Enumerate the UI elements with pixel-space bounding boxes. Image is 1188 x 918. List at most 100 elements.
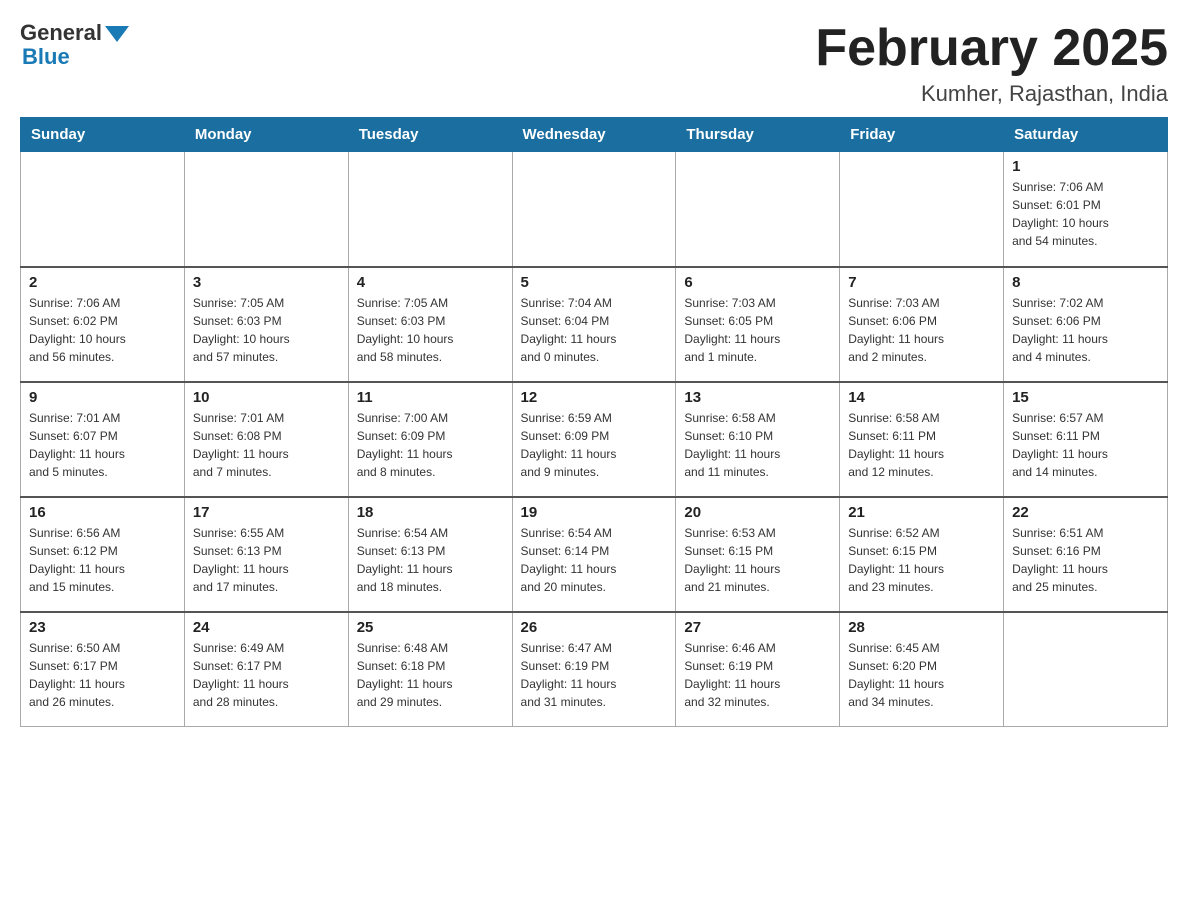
day-info: Sunrise: 6:56 AMSunset: 6:12 PMDaylight:… [29,524,176,596]
day-info: Sunrise: 6:46 AMSunset: 6:19 PMDaylight:… [684,639,831,711]
day-cell: 3 Sunrise: 7:05 AMSunset: 6:03 PMDaylight… [184,267,348,382]
day-cell: 20 Sunrise: 6:53 AMSunset: 6:15 PMDayligh… [676,497,840,612]
day-number: 10 [193,389,340,406]
day-cell: 8 Sunrise: 7:02 AMSunset: 6:06 PMDaylight… [1004,267,1168,382]
day-cell: 5 Sunrise: 7:04 AMSunset: 6:04 PMDaylight… [512,267,676,382]
day-cell [1004,612,1168,727]
day-cell [21,152,185,267]
day-cell: 4 Sunrise: 7:05 AMSunset: 6:03 PMDaylight… [348,267,512,382]
day-cell: 7Sunrise: 7:03 AMSunset: 6:06 PMDaylight… [840,267,1004,382]
logo-general-text: General [20,20,102,46]
week-row-2: 2 Sunrise: 7:06 AMSunset: 6:02 PMDaylight… [21,267,1168,382]
logo-general: General [20,20,129,46]
day-cell: 10 Sunrise: 7:01 AMSunset: 6:08 PMDayligh… [184,382,348,497]
day-number: 17 [193,504,340,521]
day-info: Sunrise: 6:48 AMSunset: 6:18 PMDaylight:… [357,639,504,711]
col-header-saturday: Saturday [1004,118,1168,152]
day-number: 8 [1012,274,1159,291]
day-cell [348,152,512,267]
logo-arrow-icon [105,26,129,42]
day-number: 22 [1012,504,1159,521]
day-info: Sunrise: 7:06 AMSunset: 6:02 PMDaylight:… [29,294,176,366]
day-info: Sunrise: 7:01 AMSunset: 6:08 PMDaylight:… [193,409,340,481]
calendar-header-row: SundayMondayTuesdayWednesdayThursdayFrid… [21,118,1168,152]
day-number: 11 [357,389,504,406]
day-number: 27 [684,619,831,636]
day-number: 19 [521,504,668,521]
day-number: 23 [29,619,176,636]
day-info: Sunrise: 6:58 AMSunset: 6:11 PMDaylight:… [848,409,995,481]
day-number: 21 [848,504,995,521]
day-number: 25 [357,619,504,636]
calendar-title: February 2025 [815,20,1168,77]
day-number: 24 [193,619,340,636]
day-info: Sunrise: 7:04 AMSunset: 6:04 PMDaylight:… [521,294,668,366]
day-number: 12 [521,389,668,406]
logo: General Blue [20,20,129,70]
day-number: 16 [29,504,176,521]
title-block: February 2025 Kumher, Rajasthan, India [815,20,1168,107]
col-header-sunday: Sunday [21,118,185,152]
day-info: Sunrise: 6:58 AMSunset: 6:10 PMDaylight:… [684,409,831,481]
day-cell: 13 Sunrise: 6:58 AMSunset: 6:10 PMDayligh… [676,382,840,497]
day-cell: 17Sunrise: 6:55 AMSunset: 6:13 PMDayligh… [184,497,348,612]
day-cell [512,152,676,267]
day-number: 6 [684,274,831,291]
day-info: Sunrise: 7:05 AMSunset: 6:03 PMDaylight:… [357,294,504,366]
day-number: 4 [357,274,504,291]
day-cell: 6Sunrise: 7:03 AMSunset: 6:05 PMDaylight… [676,267,840,382]
day-number: 20 [684,504,831,521]
day-cell: 9Sunrise: 7:01 AMSunset: 6:07 PMDaylight… [21,382,185,497]
day-info: Sunrise: 6:47 AMSunset: 6:19 PMDaylight:… [521,639,668,711]
day-info: Sunrise: 6:50 AMSunset: 6:17 PMDaylight:… [29,639,176,711]
day-info: Sunrise: 7:06 AMSunset: 6:01 PMDaylight:… [1012,178,1159,250]
calendar-table: SundayMondayTuesdayWednesdayThursdayFrid… [20,117,1168,727]
week-row-4: 16 Sunrise: 6:56 AMSunset: 6:12 PMDayligh… [21,497,1168,612]
day-number: 13 [684,389,831,406]
col-header-friday: Friday [840,118,1004,152]
logo-blue-text: Blue [22,44,70,70]
day-cell: 1 Sunrise: 7:06 AMSunset: 6:01 PMDaylight… [1004,152,1168,267]
day-number: 7 [848,274,995,291]
col-header-tuesday: Tuesday [348,118,512,152]
day-cell: 11 Sunrise: 7:00 AMSunset: 6:09 PMDayligh… [348,382,512,497]
day-info: Sunrise: 7:05 AMSunset: 6:03 PMDaylight:… [193,294,340,366]
week-row-1: 1 Sunrise: 7:06 AMSunset: 6:01 PMDaylight… [21,152,1168,267]
day-cell: 26 Sunrise: 6:47 AMSunset: 6:19 PMDayligh… [512,612,676,727]
day-number: 3 [193,274,340,291]
day-cell [676,152,840,267]
day-cell: 15 Sunrise: 6:57 AMSunset: 6:11 PMDayligh… [1004,382,1168,497]
day-number: 1 [1012,158,1159,175]
day-cell: 24 Sunrise: 6:49 AMSunset: 6:17 PMDayligh… [184,612,348,727]
day-info: Sunrise: 6:49 AMSunset: 6:17 PMDaylight:… [193,639,340,711]
day-number: 26 [521,619,668,636]
day-cell: 18 Sunrise: 6:54 AMSunset: 6:13 PMDayligh… [348,497,512,612]
day-info: Sunrise: 6:54 AMSunset: 6:14 PMDaylight:… [521,524,668,596]
day-cell: 23 Sunrise: 6:50 AMSunset: 6:17 PMDayligh… [21,612,185,727]
day-number: 28 [848,619,995,636]
day-cell: 14Sunrise: 6:58 AMSunset: 6:11 PMDayligh… [840,382,1004,497]
day-number: 9 [29,389,176,406]
day-cell: 22 Sunrise: 6:51 AMSunset: 6:16 PMDayligh… [1004,497,1168,612]
day-cell: 25 Sunrise: 6:48 AMSunset: 6:18 PMDayligh… [348,612,512,727]
day-cell: 12 Sunrise: 6:59 AMSunset: 6:09 PMDayligh… [512,382,676,497]
col-header-thursday: Thursday [676,118,840,152]
day-cell: 19 Sunrise: 6:54 AMSunset: 6:14 PMDayligh… [512,497,676,612]
day-info: Sunrise: 6:57 AMSunset: 6:11 PMDaylight:… [1012,409,1159,481]
day-info: Sunrise: 6:51 AMSunset: 6:16 PMDaylight:… [1012,524,1159,596]
day-cell: 28Sunrise: 6:45 AMSunset: 6:20 PMDayligh… [840,612,1004,727]
day-info: Sunrise: 7:02 AMSunset: 6:06 PMDaylight:… [1012,294,1159,366]
day-info: Sunrise: 6:53 AMSunset: 6:15 PMDaylight:… [684,524,831,596]
day-cell: 16 Sunrise: 6:56 AMSunset: 6:12 PMDayligh… [21,497,185,612]
day-cell [184,152,348,267]
col-header-monday: Monday [184,118,348,152]
day-info: Sunrise: 7:00 AMSunset: 6:09 PMDaylight:… [357,409,504,481]
day-info: Sunrise: 6:59 AMSunset: 6:09 PMDaylight:… [521,409,668,481]
day-number: 5 [521,274,668,291]
day-info: Sunrise: 6:54 AMSunset: 6:13 PMDaylight:… [357,524,504,596]
calendar-subtitle: Kumher, Rajasthan, India [815,81,1168,107]
page-header: General Blue February 2025 Kumher, Rajas… [20,20,1168,107]
day-number: 2 [29,274,176,291]
day-number: 15 [1012,389,1159,406]
day-number: 18 [357,504,504,521]
